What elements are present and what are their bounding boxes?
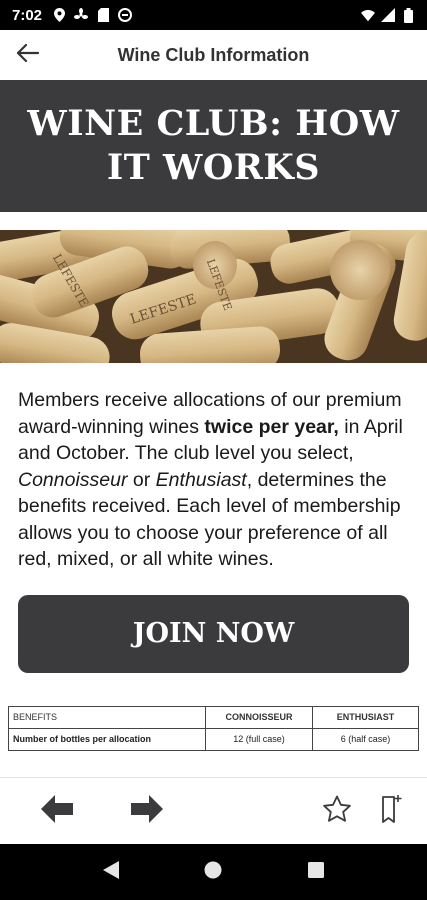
intro-text: or — [127, 468, 156, 491]
connoisseur-value: 12 (full case) — [205, 727, 313, 751]
signal-icon — [381, 8, 395, 22]
bottom-toolbar — [0, 777, 427, 844]
status-bar: 7:02 — [0, 0, 427, 30]
enthusiast-value: 6 (half case) — [312, 727, 419, 751]
nav-home-button[interactable] — [193, 852, 233, 892]
app-bar: Wine Club Information — [0, 30, 427, 80]
previous-button[interactable] — [12, 778, 102, 845]
intro-bold: twice per year, — [204, 415, 339, 438]
wine-cork-image: LEFESTE LEFESTE LEFESTE — [0, 230, 427, 363]
no-disturb-icon — [118, 8, 133, 22]
nav-back-button[interactable] — [91, 852, 131, 892]
star-icon — [322, 795, 352, 828]
fan-icon — [74, 8, 89, 22]
header-enthusiast: ENTHUSIAST — [312, 705, 419, 729]
level-connoisseur: Connoisseur — [18, 468, 128, 491]
arrow-right-icon — [131, 794, 163, 828]
bookmark-button[interactable] — [367, 778, 417, 845]
content-area[interactable]: WINE CLUB: HOW IT WORKS LEFESTE LEFESTE … — [0, 80, 427, 777]
arrow-back-icon — [16, 43, 40, 67]
status-right-icons — [361, 7, 415, 23]
sd-card-icon — [96, 8, 110, 22]
intro-paragraph: Members receive allocations of our premi… — [0, 363, 427, 573]
wifi-icon — [361, 8, 375, 22]
arrow-left-icon — [41, 794, 73, 828]
benefit-label: Number of bottles per allocation — [8, 727, 206, 751]
nav-home-icon — [204, 861, 222, 884]
page-title: Wine Club Information — [117, 44, 310, 65]
nav-back-icon — [103, 860, 120, 884]
table-row: Number of bottles per allocation 12 (ful… — [8, 727, 419, 751]
header-connoisseur: CONNOISSEUR — [205, 705, 313, 729]
nav-recents-icon — [307, 861, 324, 883]
bookmark-add-icon — [381, 794, 403, 829]
battery-icon — [401, 7, 415, 23]
status-left-icons — [52, 8, 133, 22]
header-benefits: BENEFITS — [8, 705, 206, 729]
level-enthusiast: Enthusiast — [155, 468, 247, 491]
location-icon — [52, 8, 66, 22]
next-button[interactable] — [102, 778, 192, 845]
nav-recents-button[interactable] — [296, 852, 336, 892]
back-button[interactable] — [0, 30, 56, 80]
table-header-row: BENEFITS CONNOISSEUR ENTHUSIAST — [8, 705, 419, 729]
join-now-button[interactable]: JOIN NOW — [18, 594, 409, 673]
banner-heading: WINE CLUB: HOW IT WORKS — [0, 80, 427, 212]
cork-illustration: LEFESTE LEFESTE LEFESTE — [0, 230, 427, 363]
favorite-button[interactable] — [307, 778, 367, 845]
system-nav-bar — [0, 844, 427, 900]
benefits-table: BENEFITS CONNOISSEUR ENTHUSIAST Number o… — [8, 705, 419, 751]
status-time: 7:02 — [12, 6, 43, 24]
